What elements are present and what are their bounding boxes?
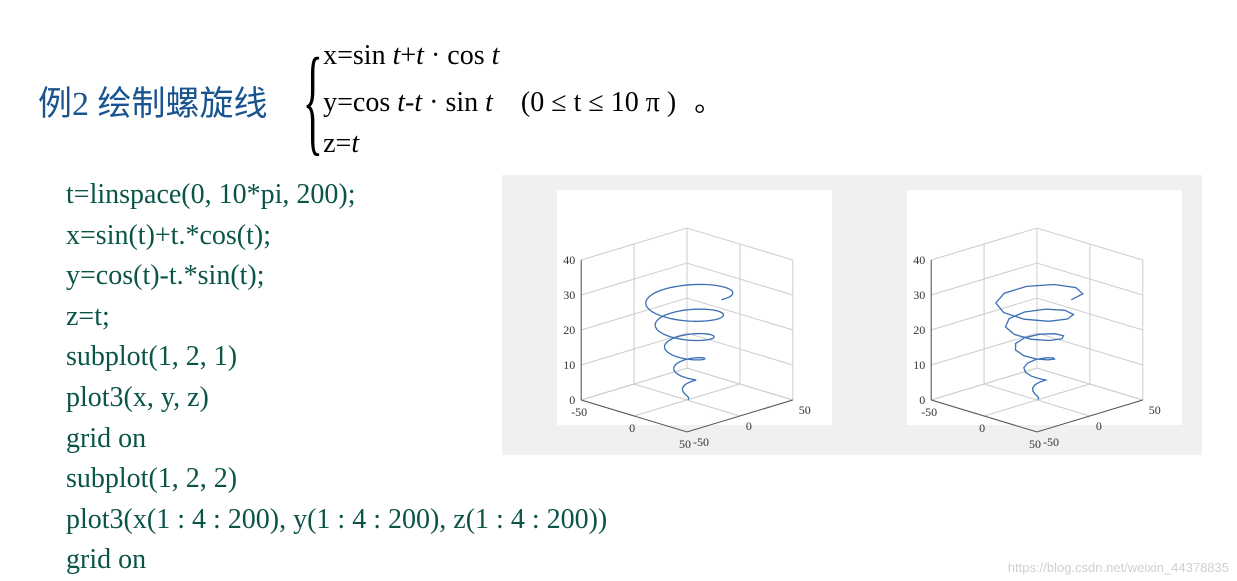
svg-text:-50: -50 [571, 405, 587, 419]
decorative-corner [0, 490, 90, 580]
svg-text:30: 30 [913, 288, 925, 302]
left-brace-icon: { [302, 47, 322, 153]
svg-text:0: 0 [979, 421, 985, 435]
svg-text:50: 50 [799, 403, 811, 417]
subplot-1: 010203040-50050-50050 [502, 175, 852, 455]
figure-panel: 010203040-50050-50050 010203040-50050-50… [502, 175, 1202, 455]
example-header: 例2 绘制螺旋线 { x=sin t+t · cos t y=cos t-t ·… [38, 40, 722, 160]
equation-z: z=t [323, 128, 722, 160]
svg-text:50: 50 [1029, 437, 1041, 451]
svg-text:-50: -50 [1043, 435, 1059, 449]
code-line: grid on [66, 540, 607, 581]
equations: x=sin t+t · cos t y=cos t-t · sin t(0 ≤ … [323, 40, 722, 160]
svg-text:0: 0 [629, 421, 635, 435]
svg-text:20: 20 [913, 323, 925, 337]
svg-text:0: 0 [746, 419, 752, 433]
watermark: https://blog.csdn.net/weixin_44378835 [1008, 560, 1229, 575]
equation-x: x=sin t+t · cos t [323, 40, 722, 72]
svg-text:10: 10 [913, 358, 925, 372]
svg-text:0: 0 [1096, 419, 1102, 433]
range-text: (0 ≤ t ≤ 10 π ) [521, 87, 676, 118]
svg-text:50: 50 [1149, 403, 1161, 417]
plot3d-spiral-fine: 010203040-50050-50050 [502, 175, 852, 455]
example-label: 例2 绘制螺旋线 [38, 76, 268, 125]
equation-brace-group: { x=sin t+t · cos t y=cos t-t · sin t(0 … [294, 40, 723, 160]
period-symbol: 。 [694, 87, 722, 118]
svg-text:10: 10 [563, 358, 575, 372]
svg-text:30: 30 [563, 288, 575, 302]
svg-text:40: 40 [563, 253, 575, 267]
svg-text:40: 40 [913, 253, 925, 267]
code-line: subplot(1, 2, 2) [66, 459, 607, 500]
plot3d-spiral-coarse: 010203040-50050-50050 [852, 175, 1202, 455]
svg-text:-50: -50 [693, 435, 709, 449]
equation-y: y=cos t-t · sin t(0 ≤ t ≤ 10 π )。 [323, 80, 722, 120]
subplot-2: 010203040-50050-50050 [852, 175, 1202, 455]
code-line: plot3(x(1 : 4 : 200), y(1 : 4 : 200), z(… [66, 500, 607, 541]
svg-text:20: 20 [563, 323, 575, 337]
svg-text:-50: -50 [921, 405, 937, 419]
svg-text:50: 50 [679, 437, 691, 451]
